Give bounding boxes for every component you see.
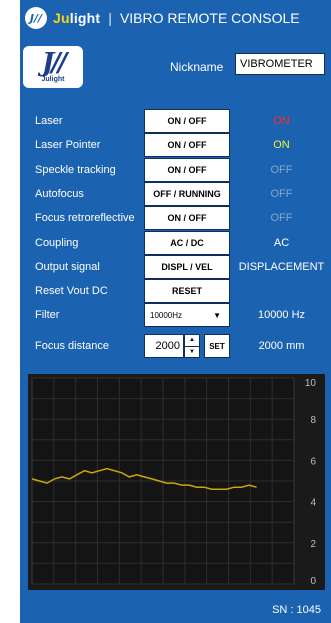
toggle-button[interactable]: ON / OFF [144, 133, 230, 158]
focus-distance-row: Focus distance 2000 ▲ ▼ SET 2000 mm [20, 333, 331, 359]
nickname-label: Nickname [170, 60, 224, 74]
filter-select[interactable]: 10000Hz ▼ [144, 303, 230, 327]
y-tick-label: 2 [310, 539, 316, 550]
control-row: Focus retroreflective ON / OFF OFF [20, 205, 331, 231]
filter-value: 10000 Hz [257, 309, 306, 321]
control-row: Autofocus OFF / RUNNING OFF [20, 181, 331, 207]
serial-number: SN : 1045 [272, 604, 321, 616]
status-value: OFF [270, 163, 293, 176]
spin-up-icon[interactable]: ▲ [185, 335, 199, 346]
spin-down-icon[interactable]: ▼ [185, 346, 199, 357]
toggle-button[interactable]: ON / OFF [144, 206, 230, 231]
chevron-down-icon: ▼ [213, 311, 221, 320]
control-label: Laser [35, 115, 63, 127]
status-value: ON [273, 115, 290, 127]
control-row: Speckle tracking ON / OFF OFF [20, 157, 331, 183]
control-label: Output signal [35, 260, 100, 273]
status-value: OFF [270, 212, 293, 225]
y-tick-label: 4 [310, 498, 316, 509]
toggle-button[interactable]: OFF / RUNNING [144, 181, 230, 206]
y-tick-label: 10 [305, 378, 317, 389]
status-value: OFF [270, 187, 293, 200]
toggle-button[interactable]: ON / OFF [144, 109, 230, 133]
signal-chart: 0 2 4 6 8 10 [28, 374, 325, 590]
control-label: Autofocus [35, 187, 84, 200]
y-tick-label: 8 [310, 415, 316, 426]
julight-logo-icon: J// [25, 7, 47, 29]
focus-distance-input[interactable]: 2000 [144, 334, 184, 358]
control-label: Focus retroreflective [35, 212, 135, 225]
filter-label: Filter [35, 309, 60, 321]
y-tick-label: 6 [310, 456, 316, 467]
toggle-button[interactable]: ON / OFF [144, 157, 230, 182]
filter-selected: 10000Hz [150, 310, 183, 320]
control-row: Laser Pointer ON / OFF ON [20, 132, 331, 158]
focus-distance-spinner: ▲ ▼ [184, 334, 200, 358]
y-tick-label: 0 [310, 576, 316, 587]
julight-logo: J// Julight [23, 46, 83, 88]
signal-chart-svg: 0 2 4 6 8 10 [31, 377, 317, 587]
control-label: Speckle tracking [35, 163, 116, 176]
brand-name: Julight [53, 10, 101, 26]
status-value: DISPLACEMENT [238, 260, 325, 273]
window-title: VIBRO REMOTE CONSOLE [119, 10, 300, 26]
control-row: Output signal DISPL / VEL DISPLACEMENT [20, 254, 331, 280]
set-button[interactable]: SET [204, 334, 230, 358]
control-label: Reset Vout DC [35, 285, 108, 298]
status-value: ON [273, 139, 290, 152]
control-label: Coupling [35, 236, 79, 249]
toggle-button[interactable]: RESET [144, 279, 230, 304]
focus-distance-value: 2000 mm [258, 340, 305, 352]
toggle-button[interactable]: AC / DC [144, 230, 230, 255]
status-value: AC [273, 236, 290, 249]
control-row: Laser ON / OFF ON [20, 108, 331, 134]
control-row: Reset Vout DC RESET [20, 278, 331, 304]
console-panel: J// Julight Nickname VIBROMETER Laser ON … [20, 36, 331, 623]
title-bar: J// Julight | VIBRO REMOTE CONSOLE [20, 0, 331, 36]
title-separator: | [108, 10, 112, 26]
filter-row: Filter 10000Hz ▼ 10000 Hz [20, 302, 331, 328]
focus-distance-label: Focus distance [35, 340, 109, 352]
toggle-button[interactable]: DISPL / VEL [144, 254, 230, 279]
control-label: Laser Pointer [35, 139, 101, 152]
nickname-input[interactable]: VIBROMETER [235, 53, 325, 75]
control-row: Coupling AC / DC AC [20, 230, 331, 256]
